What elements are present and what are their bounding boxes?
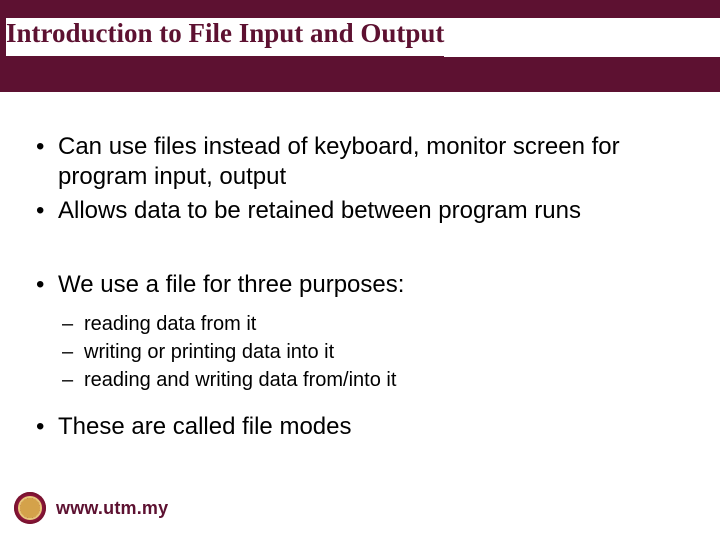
title-underline [6, 56, 444, 58]
bullet-item: Can use files instead of keyboard, monit… [28, 132, 692, 192]
sub-bullet-list: reading data from it writing or printing… [58, 310, 692, 394]
bullet-item: These are called file modes [28, 412, 692, 442]
content-area: Can use files instead of keyboard, monit… [0, 92, 720, 442]
bullet-item: We use a file for three purposes: readin… [28, 270, 692, 394]
utm-logo-icon [14, 492, 46, 524]
sub-bullet-item: reading data from it [58, 310, 692, 338]
footer-url: www.utm.my [56, 498, 168, 519]
slide-title: Introduction to File Input and Output [6, 18, 720, 57]
bullet-item: Allows data to be retained between progr… [28, 196, 692, 226]
bullet-list: Can use files instead of keyboard, monit… [28, 132, 692, 442]
title-bar: Introduction to File Input and Output [0, 0, 720, 92]
bullet-text: We use a file for three purposes: [58, 271, 404, 298]
footer: www.utm.my [14, 492, 168, 524]
sub-bullet-item: writing or printing data into it [58, 338, 692, 366]
slide: Introduction to File Input and Output Ca… [0, 0, 720, 540]
sub-bullet-item: reading and writing data from/into it [58, 366, 692, 394]
